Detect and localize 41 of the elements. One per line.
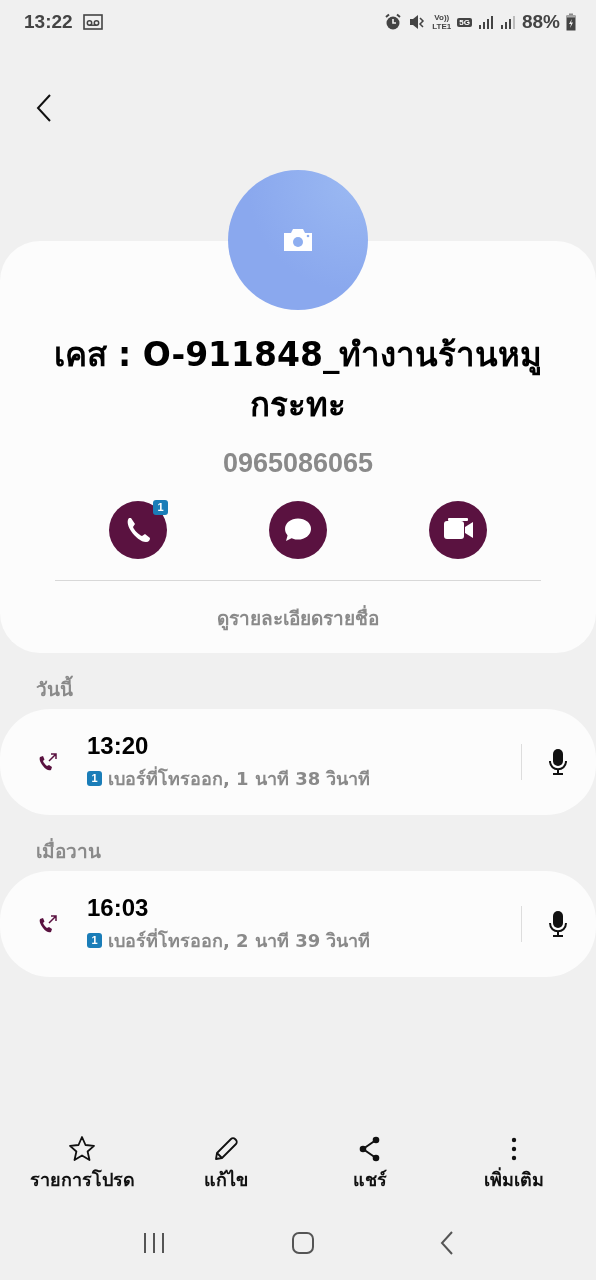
back-button[interactable]	[36, 94, 52, 122]
call-description: เบอร์ที่โทรออก, 1 นาที 38 วินาที	[108, 765, 371, 791]
alarm-icon	[384, 13, 403, 31]
microphone-icon[interactable]	[548, 910, 568, 938]
camera-icon	[283, 228, 313, 252]
sim-badge: 1	[87, 770, 102, 786]
home-button[interactable]	[291, 1231, 315, 1255]
volte-label: Vo))	[434, 13, 450, 22]
back-nav-button[interactable]	[439, 1231, 454, 1255]
toolbar-button[interactable]: แชร์	[300, 1135, 440, 1194]
call-log-item[interactable]: 16:03 1 เบอร์ที่โทรออก, 2 นาที 39 วินาที	[0, 871, 596, 977]
call-description: เบอร์ที่โทรออก, 2 นาที 39 วินาที	[108, 927, 371, 953]
sim-badge: 1	[153, 500, 168, 515]
more-icon	[511, 1137, 517, 1161]
mute-icon	[408, 13, 427, 31]
date-header: เมื่อวาน	[35, 837, 102, 864]
signal-icon	[499, 14, 516, 30]
star-icon	[68, 1135, 96, 1163]
status-time: 13:22	[24, 11, 73, 33]
pencil-icon	[212, 1135, 240, 1163]
call-time: 16:03	[87, 893, 150, 922]
recent-apps-button[interactable]	[142, 1232, 167, 1254]
call-button[interactable]	[109, 501, 167, 559]
toolbar-button[interactable]: แก้ไข	[156, 1135, 296, 1194]
phone-number: 0965086065	[222, 448, 374, 479]
toolbar-button[interactable]: เพิ่มเติม	[444, 1135, 584, 1194]
call-log-item[interactable]: 13:20 1 เบอร์ที่โทรออก, 1 นาที 38 วินาที	[0, 709, 596, 815]
date-header: วันนี้	[0, 673, 596, 709]
microphone-icon[interactable]	[548, 748, 568, 776]
sim-badge: 1	[87, 932, 102, 948]
video-call-button[interactable]	[429, 501, 487, 559]
battery-percent: 88%	[521, 11, 560, 33]
message-button[interactable]	[269, 501, 327, 559]
network-label: LTE1	[432, 22, 452, 31]
band-badge: 5G	[457, 17, 472, 27]
call-time: 13:20	[87, 731, 150, 760]
contact-name: เคส : O-911848_ทำงานร้านหมูกระทะ	[53, 334, 543, 426]
voicemail-icon	[82, 14, 103, 30]
signal-icon	[477, 14, 494, 30]
toolbar-button[interactable]: รายการโปรด	[12, 1135, 152, 1194]
battery-charging-icon	[566, 13, 576, 31]
